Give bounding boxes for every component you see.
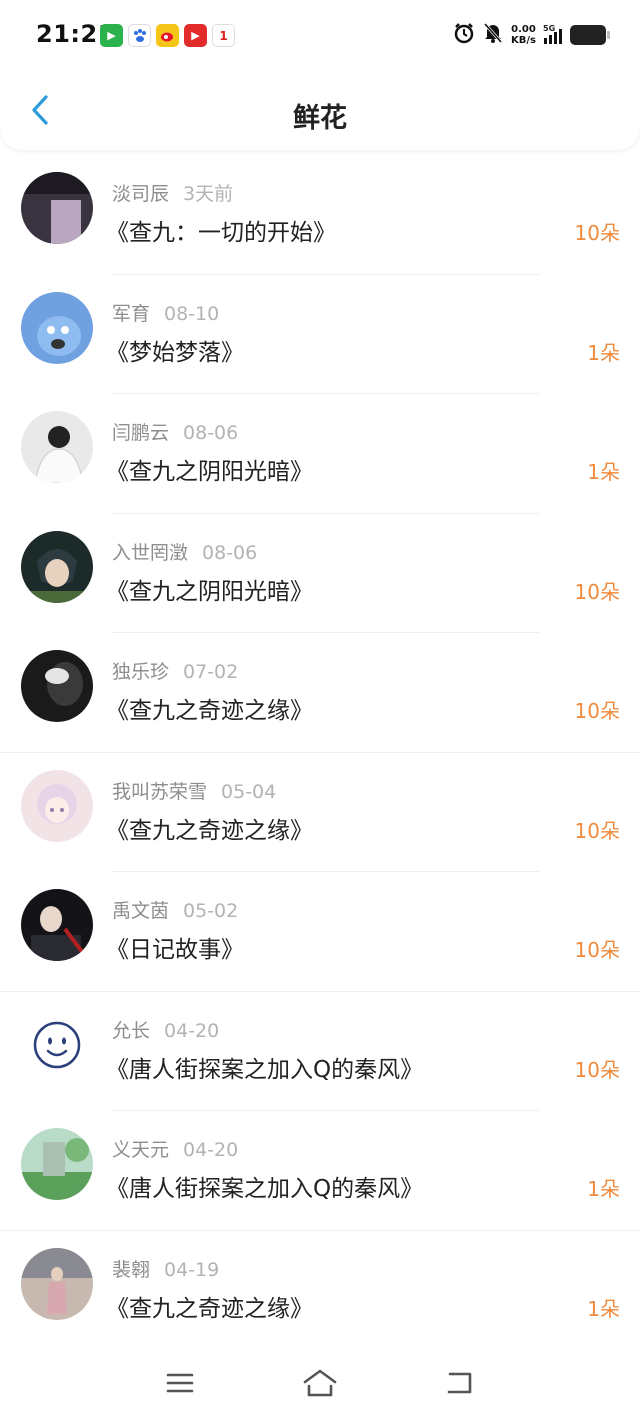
alarm-icon (453, 22, 475, 48)
avatar[interactable] (21, 411, 93, 483)
avatar[interactable] (21, 1128, 93, 1200)
home-icon (303, 1369, 337, 1397)
flower-count: 1朵 (587, 340, 620, 365)
list-item[interactable]: 入世罔澂 08-06 《查九之阴阳光暗》 10朵 (0, 514, 640, 633)
notification-icons: ▶ ▶ 1 (100, 24, 235, 47)
item-meta: 闫鹏云 08-06 (112, 418, 238, 445)
story-title[interactable]: 《唐人街探案之加入Q的秦风》 (106, 1050, 423, 1084)
item-date: 08-10 (164, 302, 220, 325)
user-name[interactable]: 允长 (112, 1020, 150, 1042)
avatar[interactable] (21, 291, 93, 364)
status-bar: 21:21 ▶ ▶ 1 0.00 KB/s 5G (0, 0, 640, 70)
back-nav-button[interactable] (440, 1363, 480, 1403)
flower-count: 10朵 (574, 938, 620, 962)
avatar[interactable] (21, 769, 93, 842)
item-meta: 义天元 04-20 (112, 1135, 238, 1162)
net-speed-value: 0.00 (511, 24, 536, 35)
story-title[interactable]: 《查九之奇迹之缘》 (106, 811, 313, 845)
flower-count: 1朵 (587, 460, 620, 484)
calendar-app-icon: 1 (212, 24, 235, 47)
flower-count: 1朵 (587, 1177, 620, 1201)
list-item[interactable]: 我叫苏荣雪 05-04 《查九之奇迹之缘》 10朵 (0, 753, 640, 872)
system-nav-bar (0, 1344, 640, 1422)
list-item[interactable]: 允长 04-20 《唐人街探案之加入Q的秦风》 10朵 (0, 992, 640, 1111)
home-button[interactable] (300, 1363, 340, 1403)
flower-count: 10朵 (574, 1057, 620, 1082)
user-name[interactable]: 独乐珍 (112, 661, 169, 683)
item-meta: 淡司辰 3天前 (112, 179, 233, 206)
story-title[interactable]: 《查九之阴阳光暗》 (106, 452, 313, 486)
avatar[interactable] (21, 889, 93, 961)
item-date: 08-06 (202, 541, 258, 564)
weibo-app-icon (156, 24, 179, 47)
status-right: 0.00 KB/s 5G (453, 22, 610, 48)
net-speed-unit: KB/s (511, 35, 536, 46)
item-meta: 禹文茵 05-02 (112, 896, 238, 923)
mute-bell-icon (483, 22, 503, 48)
network-type: 5G (543, 24, 556, 33)
user-name[interactable]: 入世罔澂 (112, 542, 188, 564)
net-speed: 0.00 KB/s (511, 24, 536, 46)
signal-icon: 5G (543, 24, 562, 44)
flower-count: 1朵 (587, 1296, 620, 1321)
item-date: 3天前 (183, 183, 234, 205)
flower-count: 10朵 (574, 818, 620, 843)
story-title[interactable]: 《梦始梦落》 (106, 333, 244, 367)
item-date: 05-02 (183, 900, 239, 922)
avatar[interactable] (21, 172, 93, 244)
battery-icon (570, 25, 610, 45)
user-name[interactable]: 淡司辰 (112, 183, 169, 205)
avatar[interactable] (21, 1008, 93, 1081)
story-title[interactable]: 《日记故事》 (106, 930, 244, 964)
menu-button[interactable] (160, 1363, 200, 1403)
return-icon (447, 1372, 472, 1394)
list-item[interactable]: 禹文茵 05-02 《日记故事》 10朵 (0, 872, 640, 992)
list-item[interactable]: 裴翱 04-19 《查九之奇迹之缘》 1朵 (0, 1231, 640, 1351)
user-name[interactable]: 义天元 (112, 1139, 169, 1161)
avatar[interactable] (21, 530, 93, 603)
list-item[interactable]: 独乐珍 07-02 《查九之奇迹之缘》 10朵 (0, 633, 640, 753)
header: 鲜花 (0, 70, 640, 150)
story-title[interactable]: 《唐人街探案之加入Q的秦风》 (106, 1169, 423, 1203)
avatar[interactable] (21, 1247, 93, 1320)
item-date: 07-02 (183, 661, 239, 683)
story-title[interactable]: 《查九之奇迹之缘》 (106, 691, 313, 725)
item-date: 04-19 (164, 1258, 220, 1281)
story-title[interactable]: 《查九之奇迹之缘》 (106, 1289, 313, 1323)
list-item[interactable]: 军育 08-10 《梦始梦落》 1朵 (0, 275, 640, 394)
item-date: 04-20 (183, 1139, 239, 1161)
item-meta: 入世罔澂 08-06 (112, 538, 257, 565)
item-meta: 独乐珍 07-02 (112, 657, 238, 684)
story-title[interactable]: 《查九之阴阳光暗》 (106, 572, 313, 606)
list-item[interactable]: 淡司辰 3天前 《查九：一切的开始》 10朵 (0, 155, 640, 275)
item-meta: 军育 08-10 (112, 299, 219, 326)
video-app-icon: ▶ (100, 24, 123, 47)
item-meta: 我叫苏荣雪 05-04 (112, 777, 276, 804)
item-meta: 裴翱 04-19 (112, 1255, 219, 1282)
avatar[interactable] (21, 650, 93, 722)
flower-count: 10朵 (574, 221, 620, 245)
item-date: 08-06 (183, 422, 239, 444)
list-item[interactable]: 闫鹏云 08-06 《查九之阴阳光暗》 1朵 (0, 394, 640, 514)
flower-count: 10朵 (574, 579, 620, 604)
item-meta: 允长 04-20 (112, 1016, 219, 1043)
item-date: 05-04 (221, 780, 277, 803)
user-name[interactable]: 禹文茵 (112, 900, 169, 922)
page-title: 鲜花 (293, 103, 347, 134)
paw-app-icon (128, 24, 151, 47)
list-item[interactable]: 义天元 04-20 《唐人街探案之加入Q的秦风》 1朵 (0, 1111, 640, 1231)
user-name[interactable]: 我叫苏荣雪 (112, 781, 207, 803)
video-player-app-icon: ▶ (184, 24, 207, 47)
user-name[interactable]: 裴翱 (112, 1259, 150, 1281)
flower-count: 10朵 (574, 699, 620, 723)
item-date: 04-20 (164, 1019, 220, 1042)
flower-list: 淡司辰 3天前 《查九：一切的开始》 10朵 军育 08-10 《梦始梦落》 1朵 … (0, 155, 640, 1350)
user-name[interactable]: 闫鹏云 (112, 422, 169, 444)
story-title[interactable]: 《查九：一切的开始》 (106, 213, 336, 247)
user-name[interactable]: 军育 (112, 303, 150, 325)
menu-icon (166, 1373, 194, 1393)
